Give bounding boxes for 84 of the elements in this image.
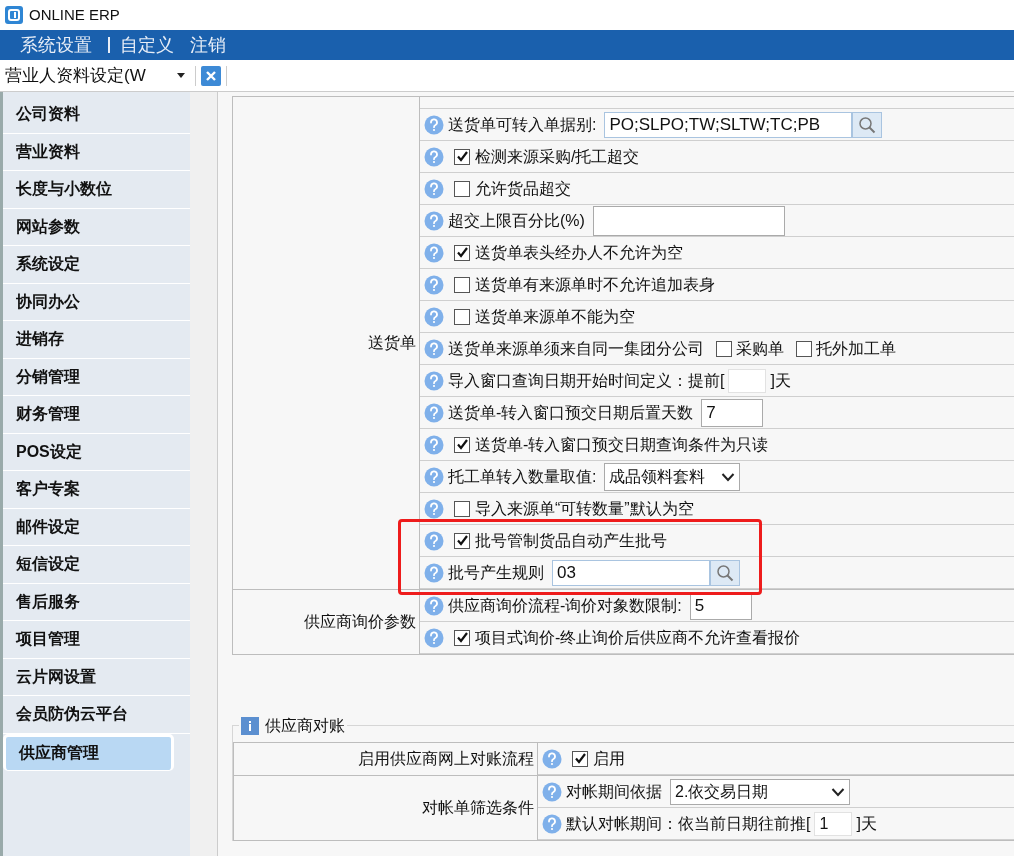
- help-icon[interactable]: [424, 627, 444, 648]
- checkbox[interactable]: [454, 629, 470, 646]
- search-icon: [716, 563, 734, 582]
- checkbox[interactable]: [716, 340, 732, 357]
- setting-label: 送货单可转入单据别:: [448, 114, 597, 135]
- chevron-down-icon: [721, 471, 736, 482]
- caret-icon: [177, 73, 185, 78]
- checkbox[interactable]: [454, 308, 470, 325]
- setting-label: 启用: [593, 748, 625, 769]
- help-icon[interactable]: [424, 370, 444, 391]
- help-icon[interactable]: [424, 434, 444, 455]
- option-label: 托外加工单: [816, 338, 896, 359]
- help-icon[interactable]: [424, 306, 444, 327]
- unit-label: ]天: [770, 370, 791, 391]
- text-field[interactable]: PO;SLPO;TW;SLTW;TC;PB: [604, 111, 853, 138]
- search-button[interactable]: [852, 111, 883, 138]
- group-label: 启用供应商网上对账流程: [358, 749, 534, 769]
- setting-label: 供应商询价流程-询价对象数限制:: [448, 595, 682, 616]
- splitter-bar[interactable]: [190, 92, 218, 856]
- text-field[interactable]: 1: [814, 811, 853, 836]
- dropdown[interactable]: 2.依交易日期: [670, 778, 850, 805]
- setting-label: 项目式询价-终止询价后供应商不允许查看报价: [475, 627, 801, 648]
- setting-label: 送货单-转入窗口预交日期查询条件为只读: [475, 434, 769, 455]
- setting-label: 导入窗口查询日期开始时间定义：提前[: [448, 370, 725, 391]
- checkbox[interactable]: [454, 180, 470, 197]
- help-icon[interactable]: [424, 402, 444, 423]
- setting-label: 超交上限百分比(%): [448, 210, 585, 231]
- setting-label: 导入来源单“可转数量”默认为空: [475, 498, 694, 519]
- help-icon[interactable]: [542, 781, 562, 802]
- text-field[interactable]: 7: [701, 398, 764, 427]
- section-title: 供应商对账: [265, 716, 345, 736]
- checkbox[interactable]: [796, 340, 812, 357]
- window-title: ONLINE ERP: [29, 4, 120, 25]
- setting-label: 送货单来源单须来自同一集团分公司: [448, 338, 704, 359]
- setting-label: 送货单-转入窗口预交日期后置天数: [448, 402, 694, 423]
- menu-item[interactable]: 注销: [190, 31, 226, 59]
- help-icon[interactable]: [424, 562, 444, 583]
- checkbox[interactable]: [572, 750, 588, 767]
- text-field[interactable]: 03: [552, 559, 710, 586]
- checkbox[interactable]: [454, 532, 470, 549]
- setting-label: 批号管制货品自动产生批号: [475, 530, 667, 551]
- unit-label: ]天: [856, 813, 877, 834]
- help-icon[interactable]: [424, 210, 444, 231]
- setting-label: 允许货品超交: [475, 178, 571, 199]
- checkbox[interactable]: [454, 276, 470, 293]
- search-icon: [858, 115, 877, 134]
- help-icon[interactable]: [542, 813, 562, 834]
- help-icon[interactable]: [424, 595, 444, 616]
- help-icon[interactable]: [424, 146, 444, 167]
- close-icon: [205, 69, 217, 82]
- checkbox[interactable]: [454, 244, 470, 261]
- checkbox[interactable]: [454, 436, 470, 453]
- setting-label: 批号产生规则: [448, 562, 544, 583]
- option-label: 采购单: [736, 338, 784, 359]
- help-icon[interactable]: [542, 748, 562, 769]
- setting-label: 托工单转入数量取值:: [448, 466, 597, 487]
- help-icon[interactable]: [424, 114, 444, 135]
- group-label: 供应商询价参数: [304, 612, 416, 632]
- group-label: 对帐单筛选条件: [422, 798, 534, 818]
- group-label: 送货单: [368, 333, 416, 353]
- menu-item[interactable]: 系统设置: [20, 31, 92, 59]
- app-logo-icon: [5, 6, 23, 24]
- help-icon[interactable]: [424, 178, 444, 199]
- help-icon[interactable]: [424, 498, 444, 519]
- help-icon[interactable]: [424, 242, 444, 263]
- sidebar-item[interactable]: 供应商管理: [3, 733, 174, 771]
- text-field[interactable]: [592, 205, 785, 236]
- help-icon[interactable]: [424, 338, 444, 359]
- setting-label: 送货单表头经办人不允许为空: [475, 242, 683, 263]
- setting-label: 对帐期间依据: [566, 781, 662, 802]
- dropdown[interactable]: 成品领料套料: [604, 462, 741, 491]
- setting-label: 送货单来源单不能为空: [475, 306, 635, 327]
- setting-label: 默认对帐期间：依当前日期往前推[: [566, 813, 811, 834]
- chevron-down-icon: [831, 786, 845, 797]
- setting-label: 送货单有来源单时不允许追加表身: [475, 274, 715, 295]
- close-button[interactable]: [201, 65, 221, 86]
- help-icon[interactable]: [424, 530, 444, 551]
- help-icon[interactable]: [424, 274, 444, 295]
- setting-label: 检测来源采购/托工超交: [475, 146, 640, 167]
- search-button[interactable]: [710, 559, 740, 586]
- checkbox[interactable]: [454, 148, 470, 165]
- help-icon[interactable]: [424, 466, 444, 487]
- checkbox[interactable]: [454, 500, 470, 517]
- menu-item[interactable]: 自定义: [120, 31, 174, 59]
